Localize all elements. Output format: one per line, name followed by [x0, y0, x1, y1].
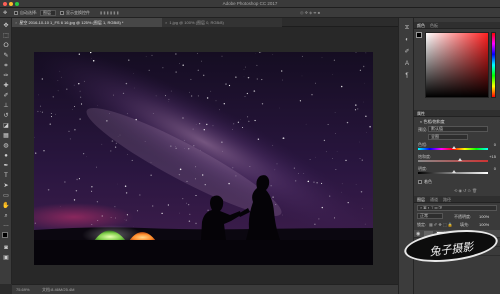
lightness-knob[interactable]	[452, 170, 456, 173]
fill-label: 填充:	[460, 222, 470, 227]
shape-tool-icon[interactable]: ▭	[2, 192, 10, 200]
lock-icons[interactable]: ▦ ✐ ✥ ⬚ 🔒	[429, 222, 453, 227]
marquee-tool-icon[interactable]: ⬚	[2, 32, 10, 40]
channel-dropdown[interactable]: 全图	[428, 134, 468, 140]
foreground-swatch[interactable]	[416, 32, 422, 38]
character-panel-icon[interactable]: A	[403, 60, 411, 68]
fill-value[interactable]: 100%	[479, 222, 489, 227]
blur-tool-icon[interactable]: ◍	[2, 142, 10, 150]
visibility-eye-icon[interactable]: ◉	[416, 231, 420, 237]
properties-footer-icons[interactable]: ⟲ ◉ ↺ ⊙ 🗑	[454, 188, 477, 193]
transform-controls-checkbox[interactable]	[60, 11, 64, 15]
close-tab-icon[interactable]: ×	[15, 20, 17, 25]
tab-label: 1.jpg @ 100% (图层 0, RGB/8)	[169, 20, 224, 25]
status-bar: 75.69% 文档:8.46M/25.4M	[12, 284, 398, 294]
tab-label: 星空 2016-10-10 1_FS 6 16.jpg @ 125% (图层 1…	[19, 20, 124, 25]
screen-mode-icon[interactable]: ▣	[2, 254, 10, 262]
saturation-value[interactable]: +15	[489, 154, 496, 159]
app-title: Adobe Photoshop CC 2017	[222, 1, 278, 6]
properties-panel-tabs: 属性	[414, 110, 500, 117]
tab-color[interactable]: 颜色	[417, 23, 425, 29]
tab-properties[interactable]: 属性	[417, 111, 425, 117]
lightness-slider-row[interactable]: 明度: 0	[418, 166, 496, 175]
document-tabs: × 星空 2016-10-10 1_FS 6 16.jpg @ 125% (图层 …	[12, 18, 398, 27]
auto-select-label: 自动选择:	[20, 10, 38, 15]
adjustment-panel-icon[interactable]: ◐	[403, 36, 411, 44]
transform-controls-label: 显示变换控件	[66, 10, 90, 15]
title-bar: Adobe Photoshop CC 2017	[0, 0, 500, 8]
dodge-tool-icon[interactable]: ●	[2, 152, 10, 160]
lock-label: 锁定:	[417, 222, 427, 227]
brush-tool-icon[interactable]: ✐	[2, 92, 10, 100]
starry-sky-photo	[34, 52, 373, 265]
gradient-tool-icon[interactable]: ▦	[2, 132, 10, 140]
auto-select-dropdown[interactable]: 图层	[40, 10, 56, 16]
saturation-track[interactable]	[418, 160, 488, 162]
layers-panel-tabs: 图层 通道 路径	[414, 196, 500, 203]
quick-mask-icon[interactable]: ◙	[2, 244, 10, 252]
document-size: 文档:8.46M/25.4M	[42, 287, 75, 292]
tools-panel: ✥ ⬚ ⵔ ✎ ⌗ ✑ ✚ ✐ ⊥ ↺ ◪ ▦ ◍ ● ✒ T ➤ ▭ ✋ ⌕ …	[0, 18, 12, 284]
adjustment-title: ◐ 色相/饱和度	[420, 119, 445, 125]
saturation-knob[interactable]	[458, 158, 462, 161]
tab-layers[interactable]: 图层	[417, 197, 425, 203]
fg-bg-swatches[interactable]	[416, 32, 424, 42]
zoom-tool-icon[interactable]: ⌕	[2, 212, 10, 220]
foreground-color-swatch[interactable]	[2, 232, 8, 238]
move-tool-icon[interactable]: ✥	[2, 22, 10, 30]
close-tab-icon[interactable]: ×	[165, 20, 167, 25]
lightness-value[interactable]: 0	[494, 166, 496, 171]
paragraph-panel-icon[interactable]: ¶	[403, 72, 411, 80]
canvas-area[interactable]	[12, 27, 398, 284]
history-panel-icon[interactable]: ⧖	[403, 24, 411, 32]
eraser-tool-icon[interactable]: ◪	[2, 122, 10, 130]
saturation-slider-row[interactable]: 饱和度: +15	[418, 154, 496, 163]
preset-dropdown[interactable]: 默认值	[428, 126, 488, 132]
lasso-tool-icon[interactable]: ⵔ	[2, 42, 10, 50]
tab-paths[interactable]: 路径	[443, 197, 451, 203]
color-panel-tabs: 颜色 色板	[414, 22, 500, 29]
colorize-checkbox[interactable]	[418, 180, 422, 184]
preset-label: 预设:	[418, 127, 428, 132]
more-tools-icon[interactable]: …	[2, 221, 10, 229]
opacity-label: 不透明度:	[454, 214, 472, 219]
hue-slider[interactable]	[491, 32, 496, 98]
crop-tool-icon[interactable]: ⌗	[2, 62, 10, 70]
hand-tool-icon[interactable]: ✋	[2, 202, 10, 210]
clone-stamp-tool-icon[interactable]: ⊥	[2, 102, 10, 110]
tab-channels[interactable]: 通道	[430, 197, 438, 203]
hue-knob[interactable]	[452, 146, 456, 149]
align-icons[interactable]: ▮ ▮ ▮ ▮ ▮ ▮	[100, 10, 119, 15]
zoom-level[interactable]: 75.69%	[16, 287, 30, 292]
type-tool-icon[interactable]: T	[2, 172, 10, 180]
history-brush-tool-icon[interactable]: ↺	[2, 112, 10, 120]
hue-slider-row[interactable]: 色相: 0	[418, 142, 496, 151]
hue-value[interactable]: 0	[494, 142, 496, 147]
path-select-tool-icon[interactable]: ➤	[2, 182, 10, 190]
auto-select-checkbox[interactable]	[14, 11, 18, 15]
tab-swatches[interactable]: 色板	[430, 23, 438, 29]
adjustment-title-text: 色相/饱和度	[423, 119, 445, 124]
colorize-label: 着色	[424, 179, 432, 184]
quick-select-tool-icon[interactable]: ✎	[2, 52, 10, 60]
document-canvas[interactable]	[34, 52, 373, 265]
eyedropper-tool-icon[interactable]: ✑	[2, 72, 10, 80]
pen-tool-icon[interactable]: ✒	[2, 162, 10, 170]
blend-mode-dropdown[interactable]: 正常	[417, 213, 443, 219]
opacity-value[interactable]: 100%	[479, 214, 489, 219]
brush-panel-icon[interactable]: ✐	[403, 48, 411, 56]
layer-filter-bar[interactable]: ⌕ ▣ ◐ T ▭ ◪	[417, 205, 497, 211]
tab-document-active[interactable]: × 星空 2016-10-10 1_FS 6 16.jpg @ 125% (图层 …	[12, 18, 162, 27]
3d-mode-icons[interactable]: ◎ ✥ ◈ ⬌ ■	[300, 10, 320, 15]
healing-brush-tool-icon[interactable]: ✚	[2, 82, 10, 90]
color-picker-field[interactable]	[425, 32, 489, 98]
options-bar: ✥ 自动选择: 图层 显示变换控件 ▮ ▮ ▮ ▮ ▮ ▮ ◎ ✥ ◈ ⬌ ■	[0, 8, 500, 18]
tab-document-inactive[interactable]: × 1.jpg @ 100% (图层 0, RGB/8)	[162, 18, 282, 27]
move-tool-icon[interactable]: ✥	[3, 10, 7, 16]
